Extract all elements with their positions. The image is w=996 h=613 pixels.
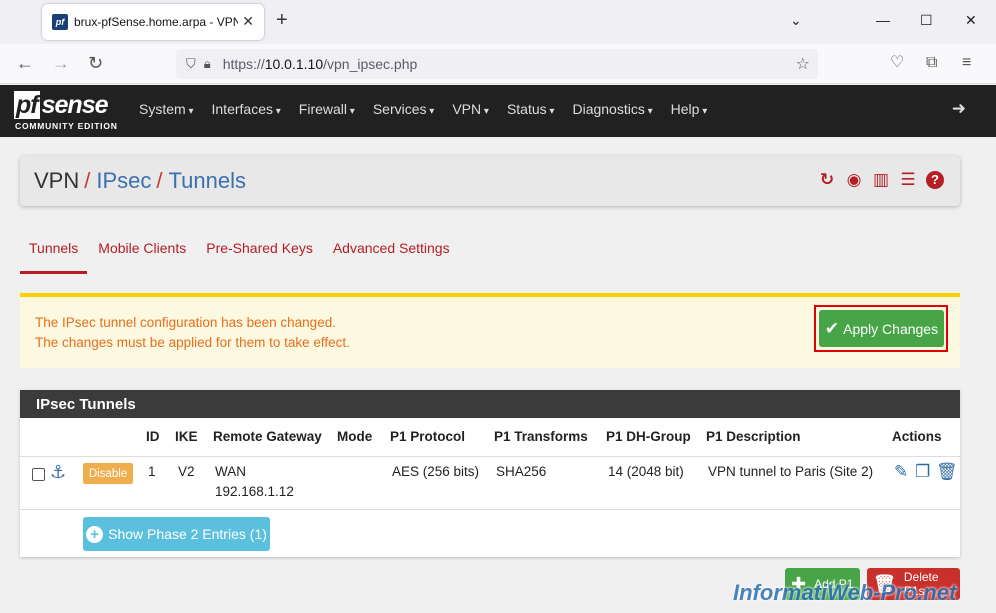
breadcrumb-vpn: VPN: [34, 168, 80, 193]
address-bar[interactable]: ⛉ 🔒︎ https://10.0.1.10/vpn_ipsec.php ☆: [176, 49, 818, 79]
col-p1-transforms: P1 Transforms: [494, 429, 588, 444]
plus-circle-icon: +: [86, 525, 104, 543]
col-mode: Mode: [337, 429, 373, 444]
log-list-icon[interactable]: ☰: [899, 171, 917, 189]
pfsense-navbar: pfsense COMMUNITY EDITION System Interfa…: [0, 85, 996, 137]
menu-system[interactable]: System: [139, 101, 194, 117]
minimize-icon[interactable]: —: [876, 12, 890, 28]
forward-arrow-icon[interactable]: →: [52, 53, 70, 73]
anchor-icon[interactable]: ⚓: [50, 462, 66, 483]
col-actions: Actions: [892, 429, 942, 444]
logout-icon[interactable]: ➜: [952, 99, 966, 119]
row-select-checkbox[interactable]: [32, 468, 45, 481]
cell-gateway-interface: WAN: [215, 464, 246, 479]
menu-diagnostics[interactable]: Diagnostics: [572, 101, 652, 117]
alert-line-2: The changes must be applied for them to …: [35, 335, 350, 350]
header-divider: [20, 456, 960, 457]
cell-p1-dh-group: 14 (2048 bit): [608, 464, 684, 479]
row-divider: [20, 509, 960, 510]
check-icon: ✔: [824, 318, 840, 338]
menu-firewall[interactable]: Firewall: [299, 101, 355, 117]
col-ike: IKE: [175, 429, 198, 444]
main-menu: System Interfaces Firewall Services VPN …: [139, 101, 725, 117]
alert-line-1: The IPsec tunnel configuration has been …: [35, 315, 336, 330]
copy-icon[interactable]: ❐: [915, 462, 930, 482]
ipsec-tabs: Tunnels Mobile Clients Pre-Shared Keys A…: [20, 228, 461, 274]
col-p1-protocol: P1 Protocol: [390, 429, 466, 444]
tab-close-icon[interactable]: ✕: [242, 13, 254, 30]
bookmark-star-icon[interactable]: ☆: [796, 54, 810, 74]
show-phase2-button[interactable]: + Show Phase 2 Entries (1): [83, 517, 270, 551]
menu-help[interactable]: Help: [671, 101, 708, 117]
breadcrumb-tunnels[interactable]: Tunnels: [169, 168, 246, 193]
ipsec-tunnels-panel: IPsec Tunnels ID IKE Remote Gateway Mode…: [20, 390, 960, 557]
watermark: InformatiWeb-Pro.net: [733, 580, 957, 605]
cell-gateway-ip: 192.168.1.12: [215, 484, 294, 499]
stop-icon[interactable]: ◉: [845, 171, 863, 189]
col-id: ID: [146, 429, 160, 444]
apply-changes-button[interactable]: ✔ Apply Changes: [819, 310, 944, 347]
cell-p1-description: VPN tunnel to Paris (Site 2): [708, 464, 874, 479]
edit-pencil-icon[interactable]: ✎: [894, 462, 908, 482]
breadcrumb: VPN / IPsec / Tunnels: [34, 168, 246, 193]
cell-ike: V2: [178, 464, 195, 479]
status-chart-icon[interactable]: ▥: [872, 171, 890, 189]
back-arrow-icon[interactable]: ←: [16, 53, 34, 73]
menu-services[interactable]: Services: [373, 101, 435, 117]
shield-icon[interactable]: ⛉: [186, 56, 196, 72]
extensions-icon[interactable]: ⧉: [926, 53, 937, 73]
menu-vpn[interactable]: VPN: [452, 101, 489, 117]
reload-icon[interactable]: ↻: [88, 53, 103, 73]
maximize-icon[interactable]: ☐: [920, 12, 933, 29]
panel-title: IPsec Tunnels: [20, 390, 960, 418]
tab-title: brux-pfSense.home.arpa - VPN: [74, 15, 238, 29]
breadcrumb-panel: VPN / IPsec / Tunnels ↻ ◉ ▥ ☰ ?: [20, 156, 960, 206]
browser-navbar: ← → ↻ ⛉ 🔒︎ https://10.0.1.10/vpn_ipsec.p…: [0, 44, 996, 84]
tab-list-chevron-icon[interactable]: ⌄: [790, 12, 802, 29]
browser-tabstrip: pf brux-pfSense.home.arpa - VPN ✕ + ⌄ — …: [0, 0, 996, 44]
url-text[interactable]: https://10.0.1.10/vpn_ipsec.php: [223, 56, 418, 72]
page-actions: ↻ ◉ ▥ ☰ ?: [818, 171, 944, 189]
menu-interfaces[interactable]: Interfaces: [212, 101, 281, 117]
lock-warning-icon[interactable]: 🔒︎: [204, 56, 211, 72]
cell-id: 1: [148, 464, 156, 479]
pfsense-favicon-icon: pf: [52, 14, 68, 30]
app-menu-icon[interactable]: ≡: [962, 53, 971, 73]
restart-icon[interactable]: ↻: [818, 171, 836, 189]
col-remote-gateway: Remote Gateway: [213, 429, 322, 444]
logo-subtitle: COMMUNITY EDITION: [15, 121, 118, 131]
help-icon[interactable]: ?: [926, 171, 944, 189]
disable-button[interactable]: Disable: [83, 463, 133, 484]
new-tab-icon[interactable]: +: [276, 10, 288, 30]
pfsense-logo[interactable]: pf sense COMMUNITY EDITION: [14, 91, 124, 131]
menu-status[interactable]: Status: [507, 101, 555, 117]
col-p1-description: P1 Description: [706, 429, 801, 444]
tab-pre-shared-keys[interactable]: Pre-Shared Keys: [197, 228, 322, 274]
col-p1-dh-group: P1 DH-Group: [606, 429, 691, 444]
cell-p1-transforms: SHA256: [496, 464, 547, 479]
delete-trash-icon[interactable]: 🗑︎: [936, 462, 958, 482]
tab-tunnels[interactable]: Tunnels: [20, 228, 88, 274]
breadcrumb-ipsec[interactable]: IPsec: [96, 168, 151, 193]
tab-advanced-settings[interactable]: Advanced Settings: [324, 228, 459, 274]
browser-tab[interactable]: pf brux-pfSense.home.arpa - VPN ✕: [42, 4, 264, 40]
pocket-icon[interactable]: ♡: [890, 53, 904, 73]
window-close-icon[interactable]: ✕: [965, 12, 977, 29]
tab-mobile-clients[interactable]: Mobile Clients: [89, 228, 195, 274]
cell-p1-protocol: AES (256 bits): [392, 464, 480, 479]
